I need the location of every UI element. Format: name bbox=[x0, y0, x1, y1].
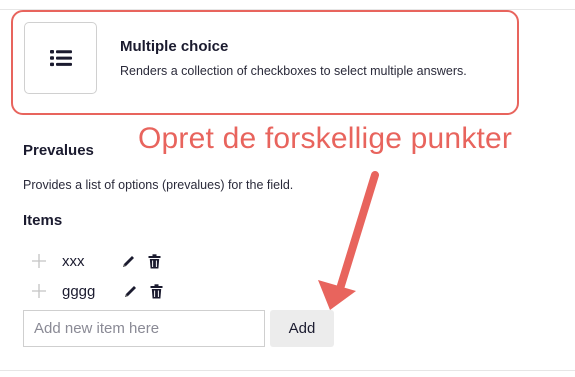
list-item: xxx bbox=[30, 250, 172, 272]
prevalues-heading: Prevalues bbox=[23, 142, 94, 159]
edit-icon[interactable] bbox=[120, 253, 136, 269]
field-type-title: Multiple choice bbox=[120, 38, 229, 55]
edit-icon[interactable] bbox=[122, 283, 138, 299]
new-item-input[interactable] bbox=[23, 310, 265, 347]
delete-icon[interactable] bbox=[148, 283, 164, 299]
items-heading: Items bbox=[23, 212, 63, 229]
field-type-description: Renders a collection of checkboxes to se… bbox=[120, 64, 467, 78]
annotation-text: Opret de forskellige punkter bbox=[138, 122, 513, 155]
item-label: xxx bbox=[62, 252, 85, 270]
field-type-icon-box[interactable] bbox=[24, 22, 97, 94]
drag-handle-icon[interactable] bbox=[30, 282, 48, 300]
bottom-divider bbox=[0, 370, 575, 371]
list-item: gggg bbox=[30, 280, 174, 302]
item-label: gggg bbox=[62, 282, 96, 300]
prevalues-description: Provides a list of options (prevalues) f… bbox=[23, 178, 294, 192]
add-item-button[interactable]: Add bbox=[270, 310, 334, 347]
list-icon bbox=[49, 50, 72, 67]
field-type-card[interactable]: Multiple choice Renders a collection of … bbox=[11, 10, 519, 115]
delete-icon[interactable] bbox=[146, 253, 162, 269]
drag-handle-icon[interactable] bbox=[30, 252, 48, 270]
